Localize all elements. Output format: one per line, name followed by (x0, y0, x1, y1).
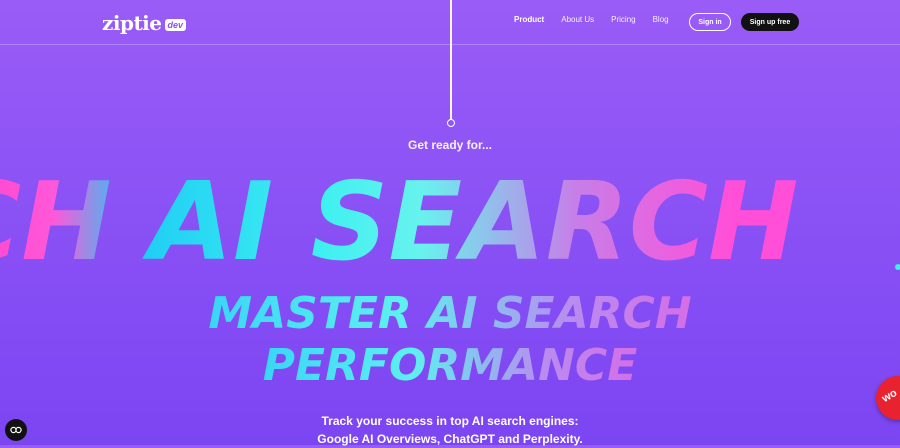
pendulum-line (450, 0, 452, 120)
hero-headline: MASTER AI SEARCH PERFORMANCE (0, 288, 900, 392)
cookie-settings-button[interactable] (5, 419, 27, 441)
hero-subtitle: Track your success in top AI search engi… (0, 412, 900, 448)
logo-wordmark: ziptie (102, 11, 162, 35)
ziptie-logo[interactable]: ziptie dev (102, 11, 187, 35)
sign-up-free-button[interactable]: Sign up free (741, 13, 799, 31)
floating-badge-text: wo (880, 386, 900, 406)
nav-link-about-us[interactable]: About Us (561, 15, 594, 24)
nav-link-product[interactable]: Product (514, 15, 544, 24)
logo-badge: dev (164, 19, 187, 31)
pendulum-bob (447, 119, 455, 127)
subtitle-line-2: Google AI Overviews, ChatGPT and Perplex… (317, 432, 583, 446)
slider-dot (895, 264, 900, 270)
marquee-text: CH AI SEARCH (0, 165, 799, 280)
sign-in-button[interactable]: Sign in (689, 13, 731, 31)
nav-link-blog[interactable]: Blog (653, 15, 669, 24)
nav-link-pricing[interactable]: Pricing (611, 15, 635, 24)
hero-marquee: CH AI SEARCH (0, 165, 900, 280)
headline-line-1: MASTER AI SEARCH (208, 288, 692, 339)
headline-line-2: PERFORMANCE (262, 340, 638, 391)
hero-kicker: Get ready for... (407, 138, 493, 152)
nav-links: Product About Us Pricing Blog (514, 15, 669, 24)
cookie-settings-icon (10, 426, 22, 434)
subtitle-line-1: Track your success in top AI search engi… (321, 414, 579, 428)
